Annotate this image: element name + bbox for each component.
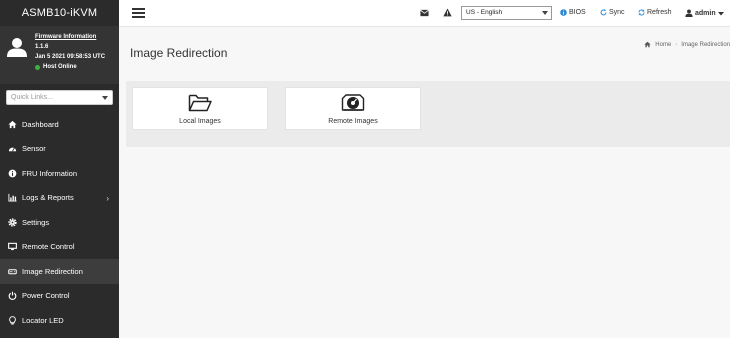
sidebar-item-power-control[interactable]: Power Control bbox=[0, 284, 119, 309]
firmware-information-link[interactable]: Firmware Information bbox=[35, 34, 119, 40]
sidebar-item-label: Locator LED bbox=[22, 315, 64, 325]
warning-icon[interactable] bbox=[443, 8, 452, 19]
sidebar-item-locator-led[interactable]: Locator LED bbox=[0, 308, 119, 333]
language-select[interactable]: US - English bbox=[461, 6, 552, 20]
power-icon bbox=[8, 291, 17, 301]
dashboard-icon bbox=[8, 120, 17, 129]
menu-toggle-icon[interactable] bbox=[132, 8, 145, 18]
language-value: US - English bbox=[466, 9, 503, 16]
profile-panel: Firmware Information 1.1.6 Jan 5 2021 09… bbox=[0, 26, 119, 84]
refresh-label: Refresh bbox=[647, 9, 672, 16]
remote-image-icon bbox=[341, 94, 365, 111]
remote-images-tile[interactable]: Remote Images bbox=[285, 87, 421, 130]
remote-images-label: Remote Images bbox=[328, 118, 378, 125]
local-images-tile[interactable]: Local Images bbox=[132, 87, 268, 130]
sync-label: Sync bbox=[609, 9, 625, 16]
breadcrumb-separator-icon: › bbox=[675, 41, 678, 48]
quick-links-placeholder: Quick Links... bbox=[11, 94, 54, 101]
top-bar: US - English BIOS Sync Refresh admin bbox=[119, 0, 730, 27]
breadcrumb-current: Image Redirection bbox=[681, 41, 730, 48]
sidebar-item-label: Dashboard bbox=[22, 119, 59, 129]
sidebar-item-label: Power Control bbox=[22, 291, 70, 301]
image-redirection-panel: Local Images Remote Images bbox=[126, 81, 730, 147]
breadcrumb-home[interactable]: Home bbox=[655, 42, 671, 48]
page-title: Image Redirection bbox=[130, 46, 228, 60]
sidebar-item-label: Logs & Reports bbox=[22, 193, 74, 203]
chevron-down-icon bbox=[542, 11, 548, 15]
sidebar-item-settings[interactable]: Settings bbox=[0, 210, 119, 235]
firmware-build-date: Jan 5 2021 09:58:53 UTC bbox=[35, 54, 106, 60]
quick-links-select[interactable]: Quick Links... bbox=[6, 90, 113, 105]
host-status: Host Online bbox=[35, 64, 119, 70]
sidebar: ASMB10-iKVM Firmware Information 1.1.6 J… bbox=[0, 0, 119, 338]
status-dot-icon bbox=[35, 64, 40, 70]
home-icon bbox=[644, 41, 651, 48]
user-menu[interactable]: admin bbox=[685, 9, 724, 17]
chevron-down-icon bbox=[102, 96, 108, 100]
user-name: admin bbox=[695, 9, 716, 17]
fru-icon bbox=[8, 169, 17, 178]
folder-open-icon bbox=[188, 94, 212, 112]
gear-icon bbox=[8, 218, 17, 227]
bulb-icon bbox=[8, 316, 17, 325]
host-status-label: Host Online bbox=[43, 64, 77, 70]
chevron-right-icon: › bbox=[106, 193, 109, 203]
info-icon bbox=[560, 9, 567, 16]
sync-button[interactable]: Sync bbox=[600, 9, 625, 16]
drive-icon bbox=[8, 267, 17, 276]
firmware-version: 1.1.6 bbox=[35, 44, 49, 50]
refresh-button[interactable]: Refresh bbox=[638, 9, 672, 16]
sidebar-item-label: Image Redirection bbox=[22, 266, 83, 276]
sensor-icon bbox=[8, 144, 17, 153]
main-content: Image Redirection Home › Image Redirecti… bbox=[119, 27, 730, 338]
chart-icon bbox=[8, 193, 17, 202]
bios-label: BIOS bbox=[569, 9, 586, 16]
refresh-icon bbox=[638, 9, 645, 16]
sidebar-nav: Dashboard Sensor FRU Information Logs & … bbox=[0, 112, 119, 333]
sidebar-item-label: Settings bbox=[22, 217, 50, 227]
user-icon bbox=[685, 9, 693, 17]
breadcrumb: Home › Image Redirection bbox=[644, 41, 730, 48]
sidebar-item-image-redirection[interactable]: Image Redirection bbox=[0, 259, 119, 284]
envelope-icon[interactable] bbox=[420, 9, 429, 19]
brand-title: ASMB10-iKVM bbox=[0, 0, 119, 26]
bios-button[interactable]: BIOS bbox=[560, 9, 586, 16]
sidebar-item-fru-information[interactable]: FRU Information bbox=[0, 161, 119, 186]
user-avatar-icon bbox=[7, 38, 27, 57]
sidebar-item-label: FRU Information bbox=[22, 168, 78, 178]
sidebar-item-remote-control[interactable]: Remote Control bbox=[0, 235, 119, 260]
sidebar-item-logs-reports[interactable]: Logs & Reports › bbox=[0, 186, 119, 211]
caret-down-icon bbox=[717, 11, 724, 15]
sidebar-item-sensor[interactable]: Sensor bbox=[0, 137, 119, 162]
sidebar-item-dashboard[interactable]: Dashboard bbox=[0, 112, 119, 137]
local-images-label: Local Images bbox=[179, 118, 221, 125]
monitor-icon bbox=[8, 242, 17, 251]
sidebar-item-label: Remote Control bbox=[22, 242, 75, 252]
sidebar-item-label: Sensor bbox=[22, 144, 46, 154]
sync-icon bbox=[600, 9, 607, 16]
